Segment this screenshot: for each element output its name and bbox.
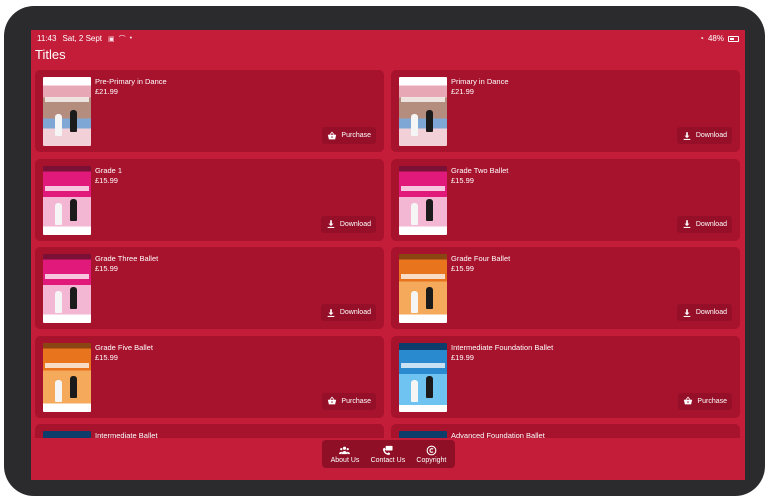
people-icon [339, 446, 351, 454]
action-label: Download [339, 309, 371, 316]
action-label: Download [695, 132, 727, 139]
title-name: Grade Two Ballet [451, 165, 509, 175]
cover-image[interactable] [399, 342, 447, 412]
download-icon [326, 219, 336, 229]
cover-image[interactable] [43, 77, 91, 146]
download-icon [682, 131, 692, 141]
download-button[interactable]: Download [676, 127, 732, 144]
action-label: Purchase [697, 397, 727, 405]
about-us-button[interactable]: About Us [330, 445, 360, 464]
contact-us-label: Contact Us [370, 456, 406, 464]
download-icon [682, 308, 692, 318]
status-date: Sat, 2 Sept [62, 34, 103, 43]
title-name: Grade Three Ballet [95, 254, 159, 263]
title-name: Grade Five Ballet [95, 342, 153, 352]
basket-icon [327, 396, 337, 406]
titles-grid[interactable]: Pre-Primary in Dance £21.99 Purchase Primar… [35, 70, 744, 440]
notification-icon: ▣ [108, 35, 115, 43]
download-icon [326, 308, 336, 318]
action-label: Purchase [341, 132, 371, 139]
title-price: £15.99 [95, 175, 118, 185]
download-button[interactable]: Download [676, 304, 732, 321]
download-button[interactable]: Download [676, 215, 732, 233]
title-name: Grade Four Ballet [451, 254, 511, 263]
about-us-label: About Us [330, 456, 360, 464]
title-card[interactable]: Intermediate Foundation Ballet £19.99 Purc… [391, 335, 740, 418]
download-button[interactable]: Download [320, 215, 376, 233]
title-name: Intermediate Foundation Ballet [451, 342, 554, 352]
purchase-button[interactable]: Purchase [678, 392, 732, 410]
action-label: Purchase [341, 397, 371, 405]
basket-icon [327, 131, 337, 141]
action-label: Download [695, 220, 727, 228]
title-name: Pre-Primary in Dance [95, 77, 167, 86]
download-icon [682, 219, 692, 229]
title-price: £15.99 [451, 264, 474, 273]
cover-image[interactable] [399, 77, 447, 146]
title-price: £15.99 [95, 264, 118, 273]
title-price: £15.99 [451, 175, 474, 185]
copyright-button[interactable]: Copyright [416, 445, 446, 464]
contact-us-button[interactable]: Contact Us [370, 445, 406, 464]
basket-icon [683, 396, 693, 406]
title-name: Grade 1 [95, 165, 123, 175]
download-button[interactable]: Download [320, 304, 376, 321]
cover-image[interactable] [43, 342, 91, 412]
title-card[interactable]: Grade Three Ballet £15.99 Download [35, 247, 384, 329]
cast-icon: ⌒ [118, 35, 126, 43]
battery-percent: 48% [707, 34, 724, 43]
app-screen: 11:43 Sat, 2 Sept ▣ ⌒ • ◔ 48% Titles Pre… [31, 30, 745, 480]
bottom-nav: About Us Contact Us Copyright [322, 440, 455, 468]
action-label: Download [339, 220, 371, 228]
purchase-button[interactable]: Purchase [322, 392, 376, 410]
cover-image[interactable] [43, 254, 91, 323]
title-price: £19.99 [451, 352, 474, 362]
title-card[interactable]: Grade 1 £15.99 Download [35, 158, 384, 241]
copyright-icon [426, 445, 437, 455]
title-price: £21.99 [451, 87, 474, 96]
title-name: Primary in Dance [451, 77, 509, 86]
title-card[interactable]: Pre-Primary in Dance £21.99 Purchase [35, 70, 384, 152]
contact-icon [383, 445, 393, 455]
cover-image[interactable] [399, 165, 447, 235]
wifi-icon: ◔ [699, 34, 704, 43]
status-bar: 11:43 Sat, 2 Sept ▣ ⌒ • ◔ 48% [31, 30, 745, 47]
title-card[interactable]: Grade Five Ballet £15.99 Purchase [35, 335, 384, 418]
tablet-frame: 11:43 Sat, 2 Sept ▣ ⌒ • ◔ 48% Titles Pre… [4, 6, 765, 496]
title-price: £21.99 [95, 87, 118, 96]
title-card[interactable]: Grade Four Ballet £15.99 Download [391, 247, 740, 329]
dot-icon: • [129, 35, 133, 42]
title-price: £15.99 [95, 352, 118, 362]
status-time: 11:43 [37, 34, 57, 43]
title-card[interactable]: Primary in Dance £21.99 Download [391, 70, 740, 152]
purchase-button[interactable]: Purchase [322, 127, 376, 144]
status-right: ◔ 48% [699, 34, 739, 43]
cover-image[interactable] [399, 254, 447, 323]
battery-icon [728, 35, 739, 42]
page-title: Titles [35, 47, 66, 62]
title-card[interactable]: Grade Two Ballet £15.99 Download [391, 158, 740, 241]
cover-image[interactable] [43, 165, 91, 235]
action-label: Download [695, 309, 727, 316]
copyright-label: Copyright [416, 456, 447, 464]
